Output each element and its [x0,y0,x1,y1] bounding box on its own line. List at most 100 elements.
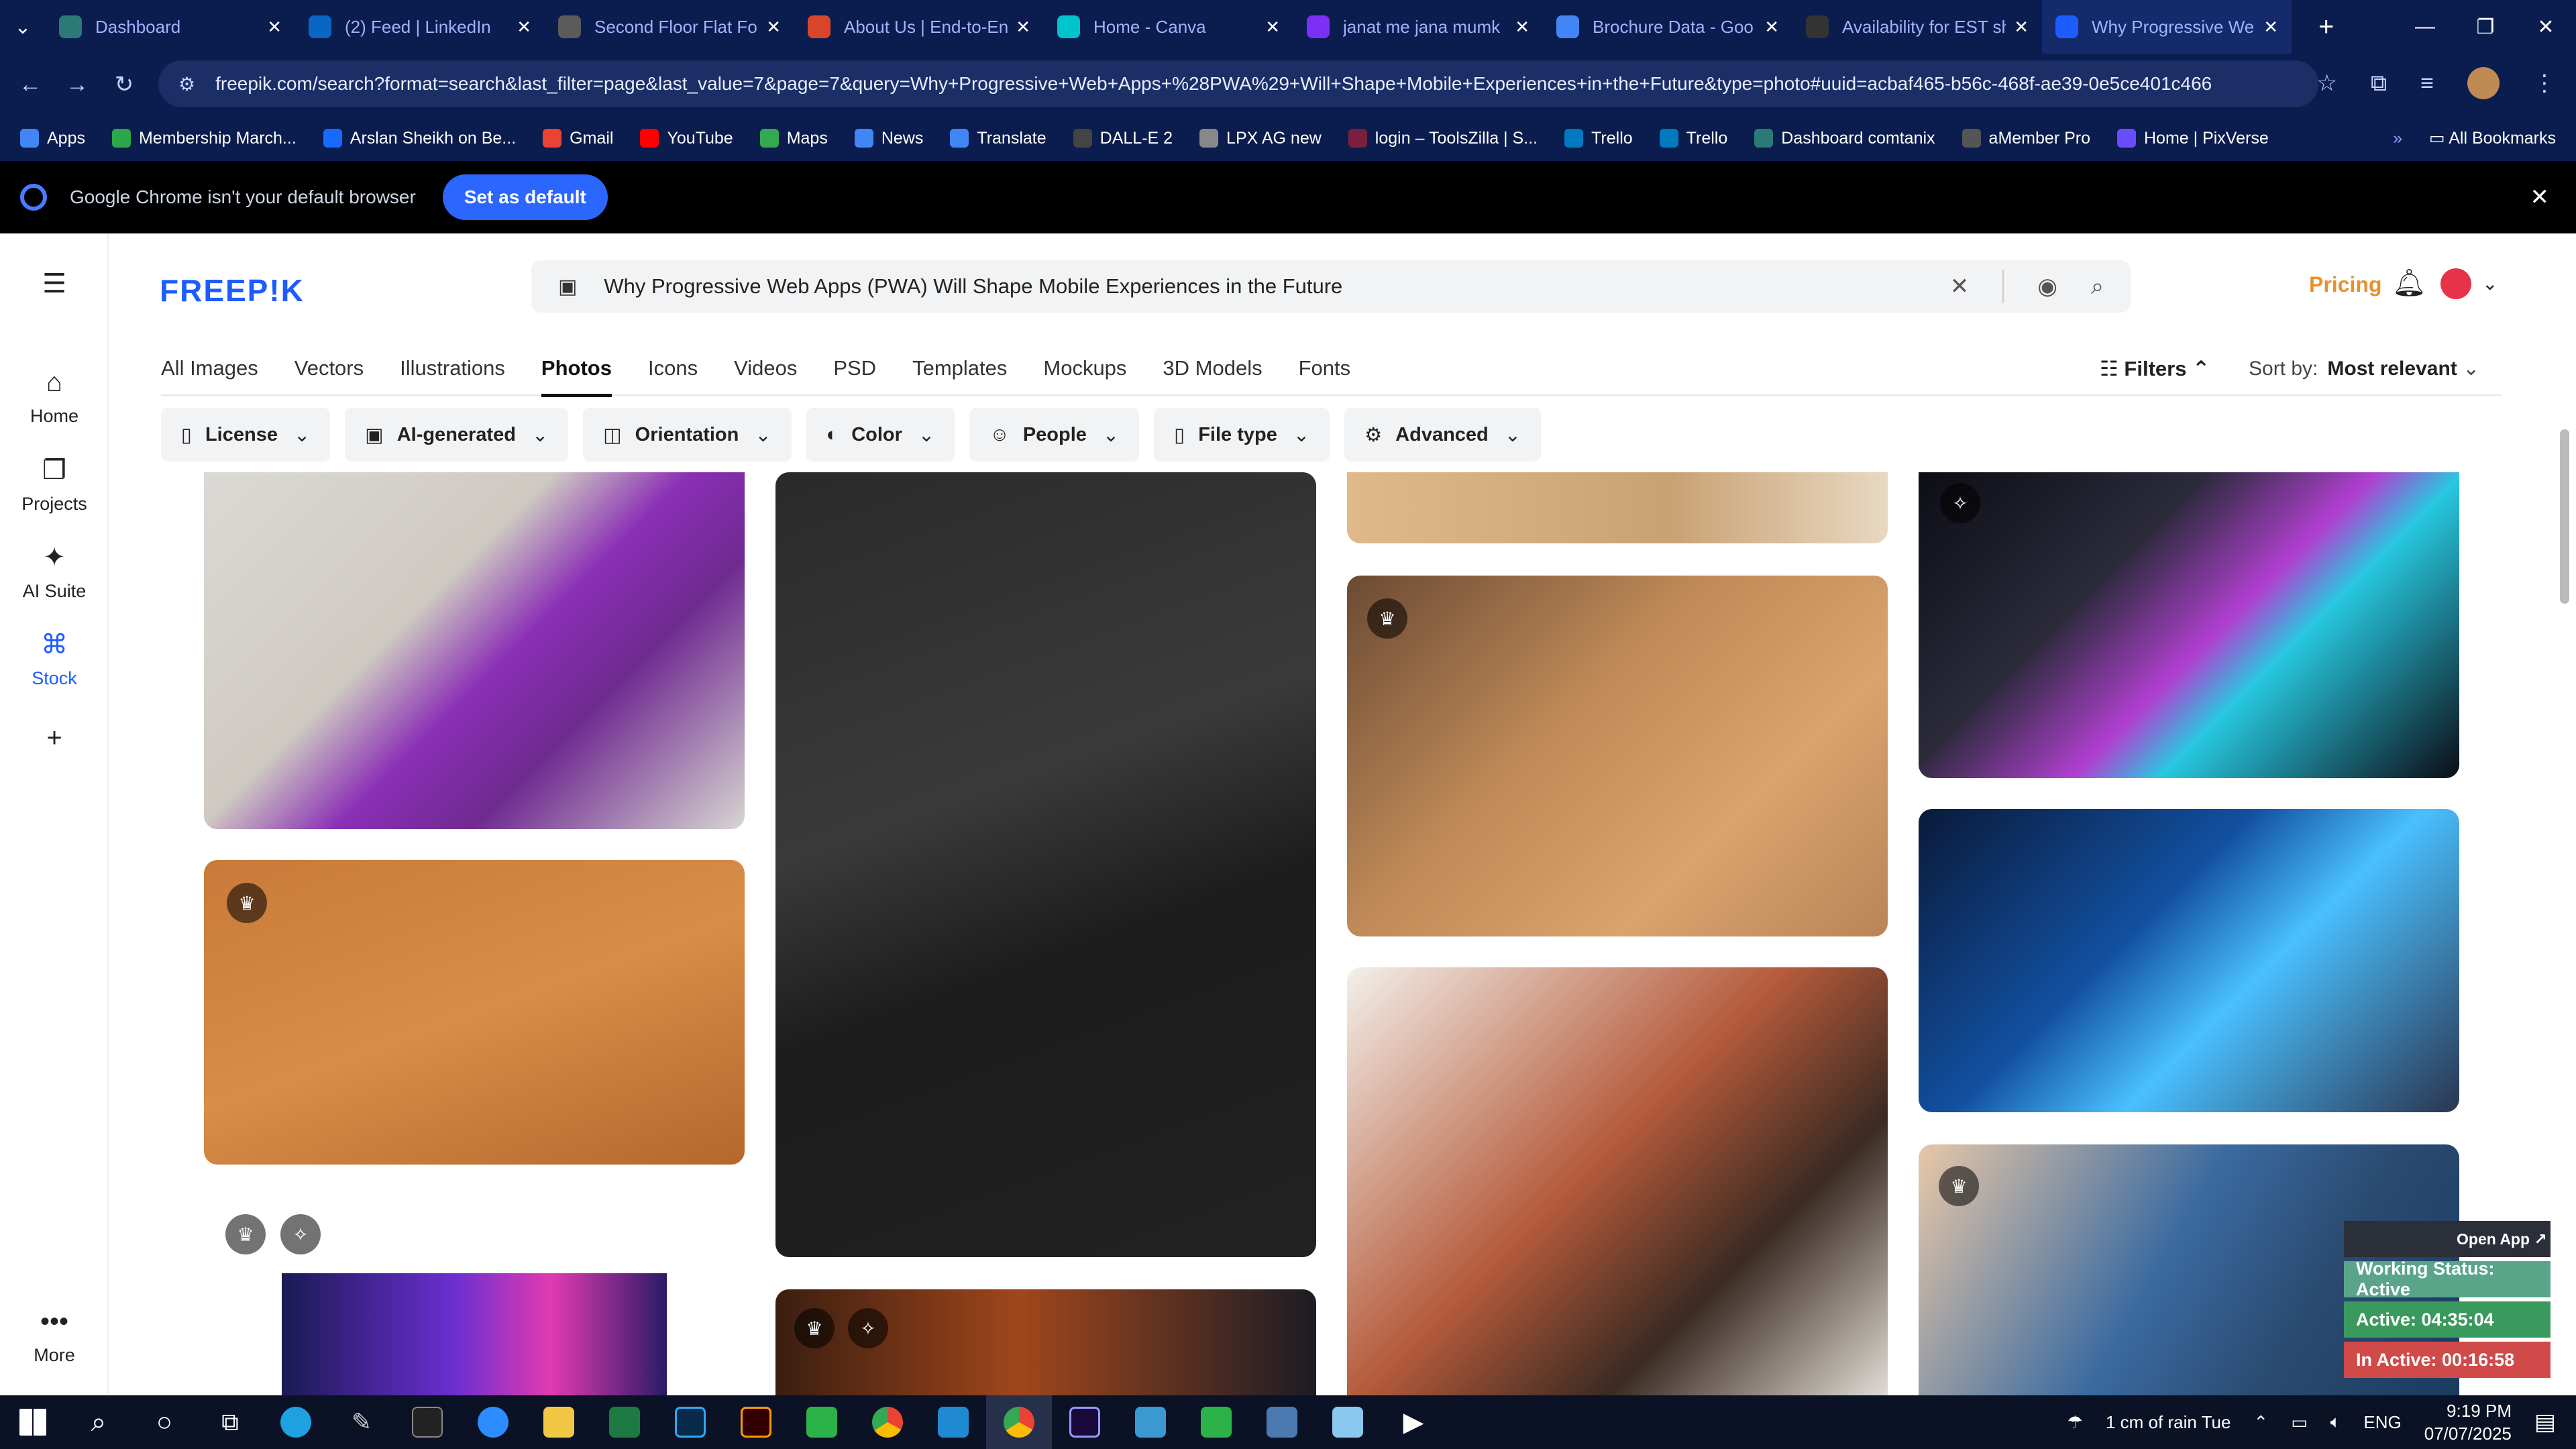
filter-chip-ai-generated[interactable]: ▣ AI-generated ⌄ [345,408,569,462]
tab-3d-models[interactable]: 3D Models [1163,341,1262,396]
green-app-2-icon[interactable] [1183,1395,1249,1449]
cortana-icon[interactable]: ○ [131,1395,197,1449]
open-app-bar[interactable]: Open App ↗ [2344,1221,2551,1257]
photoshop-icon[interactable] [657,1395,723,1449]
pricing-link[interactable]: Pricing [2309,272,2381,297]
tab-videos[interactable]: Videos [734,341,797,396]
photo-glass-phone-neon[interactable]: ✧ [1919,472,2459,778]
minimize-icon[interactable]: — [2395,0,2455,54]
bookmark-item[interactable]: YouTube [640,129,733,148]
search-bar[interactable]: ▣ Why Progressive Web Apps (PWA) Will Sh… [531,260,2131,313]
reload-icon[interactable]: ↻ [101,71,148,98]
vscode-icon[interactable] [920,1395,986,1449]
media-player-icon[interactable]: ▶ [1381,1395,1446,1449]
user-avatar[interactable] [2440,268,2471,299]
photo-woman-wireframes[interactable] [775,472,1316,1257]
close-tab-icon[interactable]: ✕ [766,17,781,38]
tab-vectors[interactable]: Vectors [294,341,364,396]
bookmark-item[interactable]: Translate [950,129,1046,148]
set-default-button[interactable]: Set as default [442,174,608,220]
browser-tab[interactable]: Home - Canva ✕ [1044,0,1293,54]
freepik-logo[interactable]: FREEP!K [160,272,305,309]
terminal-icon[interactable] [394,1395,460,1449]
tab-photos[interactable]: Photos [541,341,612,397]
calculator-icon[interactable] [1249,1395,1315,1449]
tray-chevron-icon[interactable]: ⌃ [2253,1412,2268,1433]
tab-all-images[interactable]: All Images [161,341,258,396]
volume-icon[interactable]: 🔈︎ [2330,1411,2341,1433]
filter-chip-orientation[interactable]: ◫ Orientation ⌄ [583,408,792,462]
bookmark-item[interactable]: Membership March... [111,129,297,148]
notepad-icon[interactable] [1315,1395,1381,1449]
browser-tab[interactable]: Brochure Data - Goo ✕ [1543,0,1792,54]
green-app-icon[interactable] [789,1395,855,1449]
browser-tab[interactable]: About Us | End-to-En ✕ [794,0,1044,54]
all-bookmarks[interactable]: ▭ All Bookmarks [2429,128,2556,148]
photo-dark-laptop[interactable]: ♛ ✧ [775,1289,1316,1395]
filter-chip-people[interactable]: ☺ People ⌄ [969,408,1140,462]
bookmark-item[interactable]: Maps [759,129,828,148]
forward-arrow-icon[interactable]: → [54,72,101,98]
language[interactable]: ENG [2363,1412,2401,1433]
pen-icon[interactable]: ✎ [329,1395,394,1449]
search-icon[interactable]: ⌕ [66,1395,131,1449]
bookmark-item[interactable]: Trello [1659,129,1727,148]
extensions-icon[interactable]: ⧉ [2371,70,2387,97]
hamburger-menu-icon[interactable]: ☰ [0,268,109,299]
close-tab-icon[interactable]: ✕ [1515,17,1529,38]
bookmark-item[interactable]: Gmail [543,129,613,148]
browser-tab[interactable]: (2) Feed | LinkedIn ✕ [295,0,545,54]
bookmark-item[interactable]: LPX AG new [1199,129,1322,148]
bookmark-item[interactable]: DALL-E 2 [1073,129,1173,148]
filter-chip-color[interactable]: ◐ Color ⌄ [806,408,955,462]
restore-icon[interactable]: ❐ [2455,0,2516,54]
chevron-down-icon[interactable]: ⌄ [2482,272,2498,294]
illustrator-icon[interactable] [723,1395,789,1449]
photo-neon-tech[interactable] [282,1273,667,1395]
tab-psd[interactable]: PSD [833,341,876,396]
bookmark-item[interactable]: login – ToolsZilla | S... [1348,129,1538,148]
more-bookmarks-icon[interactable]: » [2393,129,2402,148]
photo-smartphone-apps[interactable]: ♛ [1347,576,1888,936]
new-tab-button[interactable]: + [2318,12,2334,42]
page-scrollbar[interactable] [2560,429,2569,604]
profile-avatar[interactable] [2467,67,2500,99]
search-input[interactable]: Why Progressive Web Apps (PWA) Will Shap… [604,274,1949,299]
filter-chip-advanced[interactable]: ⚙ Advanced ⌄ [1344,408,1542,462]
bookmark-item[interactable]: aMember Pro [1962,129,2090,148]
browser-tab[interactable]: Why Progressive We ✕ [2042,0,2292,54]
browser-tab[interactable]: Availability for EST sh ✕ [1792,0,2042,54]
tab-illustrations[interactable]: Illustrations [400,341,505,396]
browser-tab[interactable]: Second Floor Flat For ✕ [545,0,794,54]
close-tab-icon[interactable]: ✕ [1016,17,1030,38]
tab-search-chevron-icon[interactable]: ⌄ [0,15,46,39]
camera-search-icon[interactable]: ◉ [2037,273,2057,300]
premiere-icon[interactable] [1052,1395,1118,1449]
excel-icon[interactable] [592,1395,657,1449]
clock[interactable]: 9:19 PM 07/07/2025 [2424,1399,2512,1445]
close-tab-icon[interactable]: ✕ [517,17,531,38]
bookmark-item[interactable]: Home | PixVerse [2117,129,2269,148]
task-view-icon[interactable]: ⧉ [197,1395,263,1449]
tab-icons[interactable]: Icons [648,341,698,396]
edge-icon[interactable] [263,1395,329,1449]
sort-dropdown[interactable]: Sort by: Most relevant ⌄ [2249,357,2479,380]
bookmark-item[interactable]: Apps [20,129,85,148]
bookmark-item[interactable]: Arslan Sheikh on Be... [323,129,516,148]
url-bar[interactable]: ⚙ freepik.com/search?format=search&last_… [158,60,2318,107]
bookmark-item[interactable]: News [854,129,923,148]
filter-chip-license[interactable]: ▯ License ⌄ [161,408,331,462]
close-tab-icon[interactable]: ✕ [1764,17,1779,38]
network-icon[interactable]: ▭ [2291,1412,2308,1433]
filter-chip-file-type[interactable]: ▯ File type ⌄ [1154,408,1330,462]
close-tab-icon[interactable]: ✕ [2263,17,2278,38]
close-tab-icon[interactable]: ✕ [267,17,282,38]
sidebar-item-home[interactable]: ⌂ Home [0,368,109,427]
windows-start-icon[interactable] [0,1395,66,1449]
chrome-active-icon[interactable] [986,1395,1052,1449]
bell-icon[interactable]: 🔔︎ [2392,267,2426,299]
menu-dots-icon[interactable]: ⋮ [2533,70,2556,97]
clear-search-icon[interactable]: ✕ [1950,273,1970,300]
tab-templates[interactable]: Templates [912,341,1007,396]
star-bookmark-icon[interactable]: ☆ [2316,70,2337,97]
